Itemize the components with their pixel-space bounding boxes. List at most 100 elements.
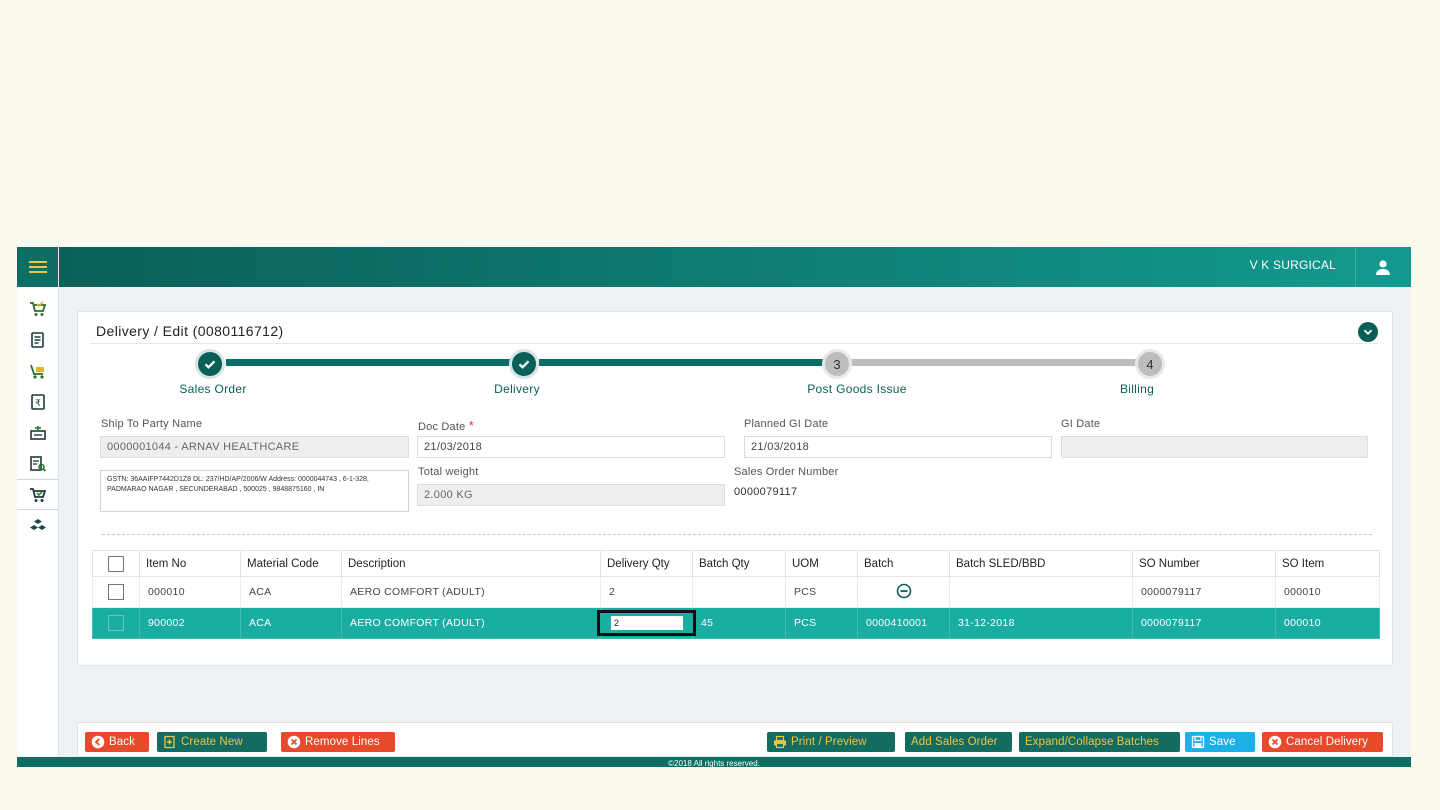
- stepper-track-2: [539, 359, 837, 366]
- cell-uom: PCS: [785, 576, 858, 608]
- col-so-item[interactable]: SO Item: [1275, 550, 1380, 577]
- cart-icon: [29, 300, 46, 316]
- svg-text:₹: ₹: [35, 399, 41, 409]
- cart-check-icon: [29, 487, 46, 502]
- planned-gi-field[interactable]: 21/03/2018: [744, 436, 1052, 458]
- select-all-cell: [92, 550, 140, 577]
- step-sales-order[interactable]: [195, 349, 225, 379]
- cell-delivery-qty: 2: [600, 576, 693, 608]
- action-bar: Back Create New Remove Lines Print / Pre…: [77, 722, 1393, 757]
- delivery-items-table: Item No Material Code Description Delive…: [92, 550, 1380, 639]
- cell-batch-qty: 45: [692, 607, 786, 639]
- save-button[interactable]: Save: [1185, 732, 1255, 752]
- delivery-qty-input[interactable]: [611, 616, 683, 630]
- minus-circle-icon[interactable]: [896, 583, 912, 599]
- table-row[interactable]: 000010 ACA AERO COMFORT (ADULT) 2 PCS 00…: [92, 576, 1380, 608]
- user-icon[interactable]: [1375, 259, 1391, 275]
- delivery-qty-highlight: [597, 610, 696, 636]
- cell-sled: [949, 576, 1133, 608]
- col-so-number[interactable]: SO Number: [1132, 550, 1276, 577]
- col-batch[interactable]: Batch: [857, 550, 950, 577]
- title-divider: [90, 343, 1378, 344]
- col-description[interactable]: Description: [341, 550, 601, 577]
- total-weight-label: Total weight: [418, 466, 479, 478]
- add-sales-order-label: Add Sales Order: [911, 736, 998, 748]
- cell-item-no: 000010: [139, 576, 241, 608]
- cell-uom: PCS: [785, 607, 858, 639]
- invoice-icon: ₹: [30, 393, 45, 410]
- select-all-checkbox[interactable]: [108, 555, 124, 572]
- cancel-delivery-button[interactable]: Cancel Delivery: [1262, 732, 1383, 752]
- expand-collapse-label: Expand/Collapse Batches: [1025, 736, 1159, 748]
- section-divider: [102, 534, 1372, 535]
- doc-date-label: Doc Date *: [418, 418, 474, 433]
- app-window: ₹ V K SURGICAL Delivery / Edit (00801167…: [17, 247, 1411, 767]
- cell-description: AERO COMFORT (ADULT): [341, 607, 601, 639]
- sidebar-item-invoice[interactable]: ₹: [17, 386, 58, 417]
- cell-sled: 31-12-2018: [949, 607, 1133, 639]
- sidebar-item-inventory[interactable]: [17, 510, 58, 541]
- planned-gi-label: Planned GI Date: [744, 418, 829, 430]
- report-search-icon: [29, 455, 46, 472]
- col-item-no[interactable]: Item No: [139, 550, 241, 577]
- back-label: Back: [109, 736, 135, 748]
- col-material-code[interactable]: Material Code: [240, 550, 342, 577]
- sidebar-item-sales-cart[interactable]: [17, 293, 58, 324]
- create-new-button[interactable]: Create New: [157, 732, 267, 752]
- col-batch-sled[interactable]: Batch SLED/BBD: [949, 550, 1133, 577]
- step-label-billing: Billing: [1119, 382, 1155, 396]
- col-batch-qty[interactable]: Batch Qty: [692, 550, 786, 577]
- cell-so-item: 000010: [1275, 607, 1380, 639]
- cell-batch-qty: [692, 576, 786, 608]
- header-divider: [1355, 247, 1356, 287]
- ship-to-label: Ship To Party Name: [101, 418, 203, 430]
- sidebar-item-reports[interactable]: [17, 448, 58, 479]
- cell-batch: 0000410001: [857, 607, 950, 639]
- page-title: Delivery / Edit (0080116712): [96, 323, 284, 339]
- col-delivery-qty[interactable]: Delivery Qty: [600, 550, 693, 577]
- check-icon: [204, 360, 216, 369]
- cell-material: ACA: [240, 576, 342, 608]
- gi-date-field[interactable]: [1061, 436, 1368, 458]
- add-sales-order-button[interactable]: Add Sales Order: [905, 732, 1012, 752]
- step-label-sales-order: Sales Order: [179, 382, 247, 396]
- check-icon: [518, 360, 530, 369]
- so-number-value: 0000079117: [734, 486, 798, 498]
- row-checkbox[interactable]: [108, 615, 124, 631]
- document-icon: [30, 331, 44, 348]
- col-uom[interactable]: UOM: [785, 550, 858, 577]
- print-preview-button[interactable]: Print / Preview: [767, 732, 895, 752]
- table-row-selected[interactable]: 900002 ACA AERO COMFORT (ADULT) 45 PCS 0…: [92, 607, 1380, 639]
- so-number-label: Sales Order Number: [734, 466, 839, 478]
- ship-to-field[interactable]: 0000001044 - ARNAV HEALTHCARE: [100, 436, 409, 458]
- floppy-disk-icon: [1191, 735, 1205, 749]
- close-circle-icon: [287, 735, 301, 749]
- create-new-label: Create New: [181, 736, 243, 748]
- total-weight-field: 2.000 KG: [417, 484, 725, 506]
- row-select-cell: [92, 576, 140, 608]
- expand-collapse-batches-button[interactable]: Expand/Collapse Batches: [1019, 732, 1180, 752]
- hamburger-menu-icon[interactable]: [17, 247, 58, 287]
- doc-date-field[interactable]: 21/03/2018: [417, 436, 725, 458]
- stepper-track-3: [851, 359, 1150, 366]
- cell-material: ACA: [240, 607, 342, 639]
- sidebar-item-documents[interactable]: [17, 324, 58, 355]
- doc-date-label-text: Doc Date: [418, 421, 466, 433]
- step-post-goods-issue[interactable]: 3: [822, 349, 852, 379]
- cell-description: AERO COMFORT (ADULT): [341, 576, 601, 608]
- sidebar-item-delivery-truck[interactable]: [17, 355, 58, 386]
- cell-so-item: 000010: [1275, 576, 1380, 608]
- cell-batch: [857, 576, 950, 608]
- step-billing[interactable]: 4: [1135, 349, 1165, 379]
- company-name: V K SURGICAL: [1249, 258, 1336, 272]
- new-document-icon: [164, 735, 175, 749]
- back-button[interactable]: Back: [85, 732, 149, 752]
- chevron-down-icon: [1363, 329, 1373, 335]
- step-delivery[interactable]: [509, 349, 539, 379]
- row-checkbox[interactable]: [108, 584, 124, 600]
- sidebar-item-delivery-active[interactable]: [17, 479, 58, 510]
- sidebar-item-cash[interactable]: [17, 417, 58, 448]
- collapse-button[interactable]: [1358, 322, 1378, 342]
- remove-lines-button[interactable]: Remove Lines: [281, 732, 395, 752]
- save-label: Save: [1209, 736, 1236, 748]
